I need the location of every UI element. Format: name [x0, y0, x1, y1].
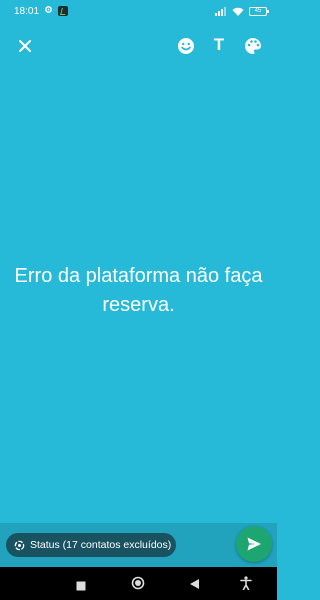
- signal-icon: [215, 6, 227, 16]
- accessibility-icon: [240, 576, 252, 591]
- accessibility-button[interactable]: [240, 576, 252, 595]
- battery-level: 45: [254, 8, 262, 14]
- status-privacy-label: Status (17 contatos excluídos): [30, 539, 172, 551]
- wifi-icon: [232, 7, 244, 16]
- clock: 18:01: [14, 5, 40, 17]
- color-palette-button[interactable]: [243, 36, 263, 56]
- whatsapp-notification-icon: [58, 6, 69, 16]
- close-button[interactable]: [15, 36, 35, 56]
- back-triangle-icon: [190, 579, 199, 589]
- send-icon: [247, 537, 261, 551]
- close-icon: [19, 40, 31, 52]
- editor-toolbar: T: [0, 30, 277, 60]
- status-bar-right: 45: [215, 6, 269, 16]
- circle-home-icon: [131, 576, 145, 590]
- battery-icon: 45: [249, 6, 269, 16]
- recents-button[interactable]: [76, 578, 86, 596]
- status-privacy-chip[interactable]: Status (17 contatos excluídos): [6, 533, 176, 557]
- status-bar: 18:01 45: [0, 0, 277, 22]
- system-navigation-bar: [0, 567, 277, 600]
- status-text-message[interactable]: Erro da plataforma não faça reserva.: [10, 262, 267, 320]
- square-icon: [76, 581, 86, 591]
- emoji-icon: [178, 38, 194, 54]
- status-icon: [14, 540, 25, 550]
- back-button[interactable]: [189, 577, 200, 595]
- settings-icon: [44, 5, 53, 17]
- home-button[interactable]: [131, 576, 145, 595]
- send-button[interactable]: [236, 526, 272, 562]
- emoji-button[interactable]: [176, 36, 196, 56]
- status-bar-left: 18:01: [14, 5, 69, 17]
- palette-icon: [245, 38, 261, 54]
- text-style-button[interactable]: T: [208, 33, 230, 57]
